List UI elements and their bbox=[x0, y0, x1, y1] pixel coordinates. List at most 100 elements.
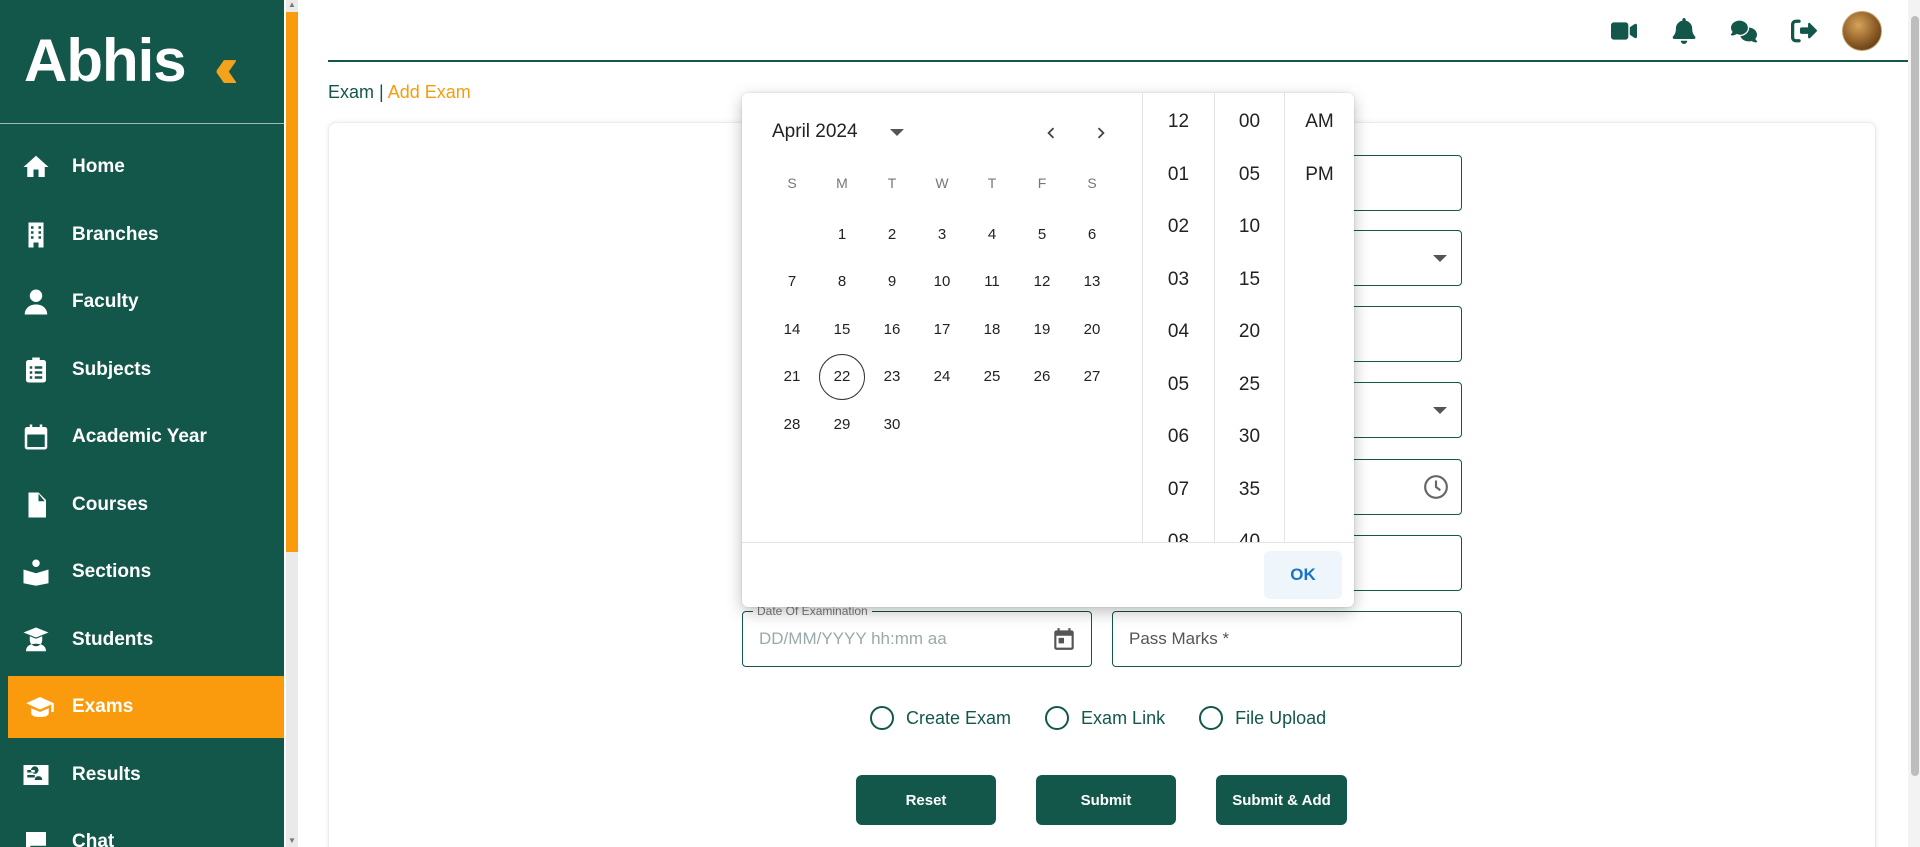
calendar-day[interactable]: 14 bbox=[769, 306, 815, 352]
calendar-day[interactable]: 13 bbox=[1069, 259, 1115, 305]
sidebar-item-branches[interactable]: Branches bbox=[0, 204, 284, 266]
minute-option[interactable]: 35 bbox=[1215, 479, 1284, 501]
sidebar-item-label: Results bbox=[72, 763, 141, 785]
minute-option[interactable]: 20 bbox=[1215, 321, 1284, 343]
minute-option[interactable]: 30 bbox=[1215, 426, 1284, 448]
sidebar-item-subjects[interactable]: Subjects bbox=[0, 339, 284, 401]
comments-icon[interactable] bbox=[1714, 10, 1774, 52]
calendar-day[interactable]: 4 bbox=[969, 211, 1015, 257]
collapse-sidebar-icon[interactable]: ‹‹ bbox=[214, 39, 238, 97]
reset-button[interactable]: Reset bbox=[856, 775, 996, 825]
page-scrollbar[interactable] bbox=[1908, 0, 1920, 847]
calendar-day[interactable]: 26 bbox=[1019, 354, 1065, 400]
calendar-icon[interactable] bbox=[1051, 626, 1077, 652]
radio-label: Create Exam bbox=[906, 707, 1012, 728]
radio-file-upload[interactable]: File Upload bbox=[1199, 706, 1326, 730]
calendar-day[interactable]: 25 bbox=[969, 354, 1015, 400]
radio-exam-link[interactable]: Exam Link bbox=[1045, 706, 1165, 730]
calendar-day[interactable]: 9 bbox=[869, 259, 915, 305]
sidebar-item-courses[interactable]: Courses bbox=[0, 474, 284, 536]
meridiem-option[interactable]: PM bbox=[1285, 164, 1354, 186]
calendar-day[interactable]: 16 bbox=[869, 306, 915, 352]
hour-option[interactable]: 04 bbox=[1143, 321, 1214, 343]
prev-month-icon[interactable] bbox=[1035, 117, 1067, 149]
calendar-day[interactable]: 28 bbox=[769, 401, 815, 447]
clipboard-icon bbox=[0, 355, 72, 385]
hours-column[interactable]: 12 01 02 03 04 05 06 07 08 bbox=[1142, 93, 1214, 543]
sidebar-item-exams[interactable]: Exams bbox=[8, 676, 284, 738]
chevron-down-icon bbox=[1433, 255, 1447, 262]
hour-option[interactable]: 01 bbox=[1143, 164, 1214, 186]
meridiem-option[interactable]: AM bbox=[1285, 111, 1354, 133]
sidebar-scrollbar[interactable]: ▲ ▼ bbox=[286, 0, 298, 847]
calendar-day[interactable]: 30 bbox=[869, 401, 915, 447]
clock-icon[interactable] bbox=[1423, 474, 1449, 500]
datetime-picker-popup: April 2024 SMTWTFS 1 2 3 4 5 6 7 8 9 10 11 12 13 14 15… bbox=[742, 93, 1354, 607]
hour-option[interactable]: 02 bbox=[1143, 216, 1214, 238]
bell-icon[interactable] bbox=[1654, 10, 1714, 52]
logout-icon[interactable] bbox=[1774, 10, 1834, 52]
calendar-day[interactable]: 15 bbox=[819, 306, 865, 352]
calendar-day[interactable]: 7 bbox=[769, 259, 815, 305]
sidebar-item-faculty[interactable]: Faculty bbox=[0, 271, 284, 333]
hour-option[interactable]: 05 bbox=[1143, 374, 1214, 396]
minute-option[interactable]: 15 bbox=[1215, 269, 1284, 291]
calendar-day[interactable]: 5 bbox=[1019, 211, 1065, 257]
pass-marks-field[interactable]: Pass Marks * bbox=[1112, 611, 1462, 667]
radio-circle[interactable] bbox=[870, 706, 894, 730]
date-of-examination-field[interactable]: Date Of Examination DD/MM/YYYY hh:mm aa bbox=[742, 604, 1092, 667]
ok-button[interactable]: OK bbox=[1264, 551, 1342, 599]
calendar-day[interactable]: 3 bbox=[919, 211, 965, 257]
hour-option[interactable]: 12 bbox=[1143, 111, 1214, 133]
calendar-day-today[interactable]: 22 bbox=[819, 353, 865, 400]
radio-circle[interactable] bbox=[1045, 706, 1070, 730]
hour-option[interactable]: 03 bbox=[1143, 269, 1214, 291]
calendar-day[interactable]: 10 bbox=[919, 259, 965, 305]
sidebar-item-students[interactable]: Students bbox=[0, 609, 284, 671]
submit-button[interactable]: Submit bbox=[1036, 775, 1176, 825]
hour-option[interactable]: 06 bbox=[1143, 426, 1214, 448]
calendar-day[interactable]: 12 bbox=[1019, 259, 1065, 305]
calendar-day[interactable]: 21 bbox=[769, 354, 815, 400]
calendar-day[interactable]: 17 bbox=[919, 306, 965, 352]
radio-create-exam[interactable]: Create Exam bbox=[870, 706, 1011, 730]
calendar-day[interactable]: 1 bbox=[819, 211, 865, 257]
minute-option[interactable]: 10 bbox=[1215, 216, 1284, 238]
minute-option[interactable]: 05 bbox=[1215, 164, 1284, 186]
month-label[interactable]: April 2024 bbox=[772, 121, 858, 143]
sidebar-item-results[interactable]: Results bbox=[0, 744, 284, 806]
calendar-day[interactable]: 29 bbox=[819, 401, 865, 447]
meridiem-column[interactable]: AM PM bbox=[1284, 93, 1354, 543]
next-month-icon[interactable] bbox=[1085, 117, 1117, 149]
calendar-day[interactable]: 24 bbox=[919, 354, 965, 400]
radio-circle[interactable] bbox=[1199, 706, 1224, 730]
minute-option[interactable]: 00 bbox=[1215, 111, 1284, 133]
calendar-day[interactable]: 27 bbox=[1069, 354, 1115, 400]
brand-logo: Abhis bbox=[24, 27, 187, 94]
sidebar-item-academic-year[interactable]: Academic Year bbox=[0, 406, 284, 468]
calendar-day[interactable]: 8 bbox=[819, 259, 865, 305]
avatar[interactable] bbox=[1842, 11, 1882, 51]
sidebar-item-sections[interactable]: Sections bbox=[0, 541, 284, 603]
submit-and-add-button[interactable]: Submit & Add bbox=[1216, 775, 1347, 825]
calendar-day[interactable]: 2 bbox=[869, 211, 915, 257]
calendar-day[interactable]: 20 bbox=[1069, 306, 1115, 352]
sidebar-item-label: Home bbox=[72, 156, 125, 177]
breadcrumb-root[interactable]: Exam bbox=[328, 82, 374, 102]
file-icon bbox=[0, 490, 72, 520]
calendar-day[interactable]: 6 bbox=[1069, 211, 1115, 257]
hour-option[interactable]: 07 bbox=[1143, 479, 1214, 501]
calendar-day[interactable]: 18 bbox=[969, 306, 1015, 352]
video-icon[interactable] bbox=[1594, 10, 1654, 52]
sidebar-item-home[interactable]: Home bbox=[0, 136, 284, 198]
sidebar-item-chat[interactable]: Chat bbox=[0, 811, 284, 847]
calendar-day[interactable]: 11 bbox=[969, 259, 1015, 305]
radio-label: File Upload bbox=[1235, 707, 1327, 728]
sidebar-item-label: Chat bbox=[72, 831, 115, 847]
minutes-column[interactable]: 00 05 10 15 20 25 30 35 40 bbox=[1214, 93, 1284, 543]
month-dropdown-icon[interactable] bbox=[890, 129, 904, 136]
calendar-day[interactable]: 23 bbox=[869, 354, 915, 400]
chat-icon bbox=[0, 827, 72, 847]
calendar-day[interactable]: 19 bbox=[1019, 306, 1065, 352]
minute-option[interactable]: 25 bbox=[1215, 374, 1284, 396]
